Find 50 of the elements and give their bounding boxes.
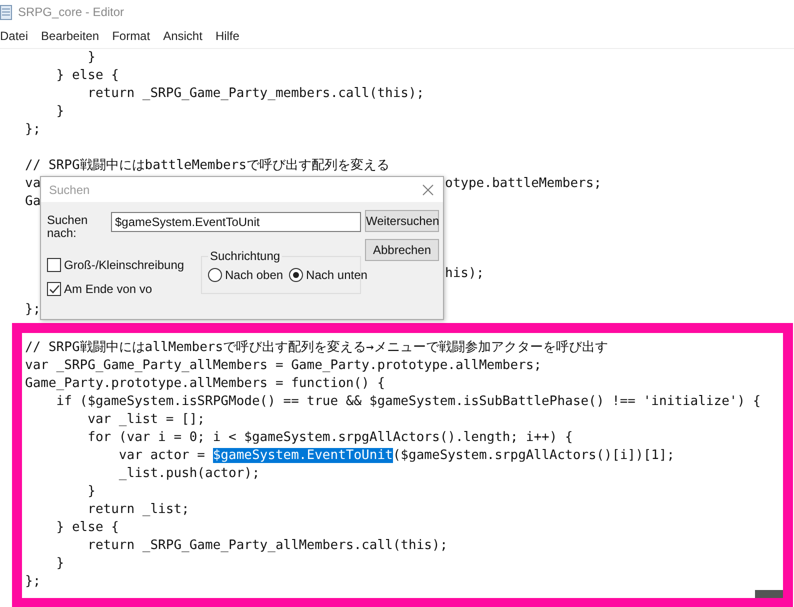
checkbox[interactable]: [47, 258, 61, 272]
scrollbar-thumb[interactable]: [755, 590, 783, 598]
code-line: } else {: [55, 67, 120, 85]
code-line: }: [86, 49, 96, 67]
menu-item[interactable]: Datei: [0, 29, 28, 43]
code-line: // SRPG戦闘中にはbattleMembersで呼び出す配列を変える: [25, 157, 391, 175]
checkbox[interactable]: [47, 282, 61, 296]
code-line: };: [25, 121, 42, 139]
dialog-button[interactable]: Weitersuchen: [365, 210, 439, 232]
code-line: };: [25, 573, 42, 591]
code-line: } else {: [55, 519, 120, 537]
code-text: otype.battleMembers;: [445, 175, 602, 193]
radio-label[interactable]: Nach unten: [306, 268, 368, 282]
code-text: va: [25, 176, 41, 191]
menu-item[interactable]: Hilfe: [215, 29, 240, 43]
code-line: return _SRPG_Game_Party_members.call(this);: [86, 85, 426, 103]
group-title: Suchrichtung: [208, 249, 282, 263]
notepad-icon: [0, 4, 12, 20]
code-line: // SRPG戦闘中にはallMembersで呼び出す配列を変える→メニューで戦闘参加アクターを呼び出す: [25, 339, 609, 357]
window-title: SRPG_core - Editor: [18, 5, 124, 19]
search-field[interactable]: $gameSystem.EventToUnit: [111, 212, 361, 232]
dialog-title: Suchen: [49, 182, 90, 196]
code-line: _list.push(actor);: [118, 465, 261, 483]
code-line: }: [55, 555, 66, 573]
code-line: }: [86, 483, 96, 501]
code-text: var actor =: [118, 448, 206, 463]
code-line: for (var i = 0; i < $gameSystem.srpgAllActors().length; i++) {: [86, 429, 574, 447]
code-line: var _SRPG_Game_Party_allMembers = Game_Party.prototype.allMembers;: [25, 357, 543, 375]
code-line: if ($gameSystem.isSRPGMode() == true && $gameSystem.isSubBattlePhase() !== 'initialize') {: [55, 393, 762, 411]
checkbox-label[interactable]: Groß-/Kleinschreibung: [64, 258, 184, 272]
dialog-button[interactable]: Abbrechen: [365, 239, 439, 261]
menu-item[interactable]: Format: [112, 29, 150, 43]
code-line: }: [55, 103, 66, 121]
menu-item[interactable]: Bearbeiten: [41, 29, 100, 43]
radio-button[interactable]: [289, 268, 304, 282]
code-text: ($gameSystem.srpgAllActors()[i])[1];: [392, 448, 675, 463]
code-text: Ga: [25, 194, 41, 209]
field-label: Suchen nach:: [47, 212, 89, 240]
code-line: var _list = [];: [86, 411, 206, 429]
code-line: return _list;: [86, 501, 190, 519]
selected-text: $gameSystem.EventToUnit: [212, 448, 393, 463]
radio-button[interactable]: [208, 268, 222, 282]
code-line: return _SRPG_Game_Party_allMembers.call(this);: [86, 537, 449, 555]
radio-label[interactable]: Nach oben: [225, 268, 284, 282]
code-text: his);: [445, 265, 484, 283]
code-line: };: [25, 301, 42, 319]
checkbox-label[interactable]: Am Ende von vo: [64, 282, 152, 296]
close-icon[interactable]: [422, 184, 434, 196]
menu-item[interactable]: Ansicht: [163, 29, 202, 43]
code-line: Game_Party.prototype.allMembers = function() {: [25, 375, 386, 393]
